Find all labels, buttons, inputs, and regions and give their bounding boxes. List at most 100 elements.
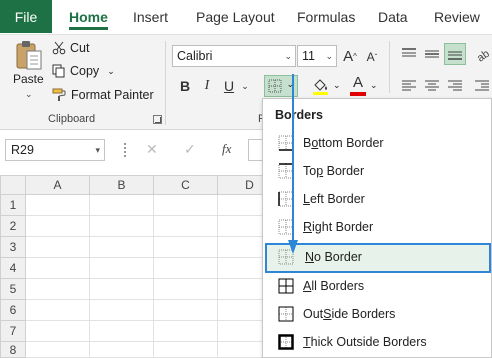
- outside-borders-icon: [278, 306, 294, 322]
- row-header-3[interactable]: 3: [0, 237, 26, 258]
- decrease-indent-icon[interactable]: [474, 79, 490, 93]
- align-left-icon[interactable]: [401, 79, 417, 93]
- column-header-b[interactable]: B: [90, 175, 154, 195]
- row-header-6[interactable]: 6: [0, 300, 26, 321]
- grid-cell[interactable]: [90, 321, 154, 342]
- copy-label: Copy: [70, 64, 100, 78]
- underline-button[interactable]: U: [220, 76, 238, 96]
- all-borders-icon: [278, 278, 294, 294]
- grid-cell[interactable]: [90, 195, 154, 216]
- bottom-align-icon: [448, 51, 462, 60]
- menu-item-label: OutSide Borders: [303, 307, 396, 321]
- cut-button[interactable]: Cut: [52, 38, 89, 58]
- font-size-dropdown-icon[interactable]: ⌄: [325, 51, 333, 62]
- top-align-icon[interactable]: [401, 47, 417, 61]
- font-size-value: 11: [302, 49, 315, 63]
- scissors-icon: [52, 41, 66, 55]
- column-header-c[interactable]: C: [154, 175, 218, 195]
- grid-cell[interactable]: [154, 279, 218, 300]
- grid-cell[interactable]: [154, 195, 218, 216]
- paste-icon[interactable]: [14, 40, 44, 72]
- align-right-icon[interactable]: [447, 79, 463, 93]
- middle-align-icon[interactable]: [424, 47, 440, 61]
- font-color-letter: A: [352, 74, 363, 91]
- clipboard-launcher-icon[interactable]: [153, 115, 162, 124]
- tab-file[interactable]: File: [0, 0, 52, 33]
- grid-cell[interactable]: [26, 342, 90, 358]
- menu-item-label: All Borders: [303, 279, 365, 293]
- formula-bar-splitter[interactable]: [124, 143, 127, 157]
- grid-cell[interactable]: [154, 237, 218, 258]
- increase-font-size-icon[interactable]: A ^: [340, 45, 360, 67]
- row-header-5[interactable]: 5: [0, 279, 26, 300]
- grid-cell[interactable]: [90, 342, 154, 358]
- cancel-icon[interactable]: ✕: [146, 141, 158, 158]
- copy-dropdown-icon[interactable]: ⌄: [107, 66, 115, 77]
- cut-label: Cut: [70, 41, 90, 55]
- menu-item-label: Top Border: [303, 164, 365, 178]
- menu-item-thick-outside-borders[interactable]: Thick Outside Borders: [265, 328, 491, 356]
- italic-button[interactable]: I: [198, 76, 216, 96]
- tab-formulas[interactable]: Formulas: [297, 0, 355, 33]
- copy-button[interactable]: Copy ⌄: [52, 61, 115, 81]
- select-all-corner[interactable]: [0, 175, 26, 195]
- grid-cell[interactable]: [154, 258, 218, 279]
- row-header-4[interactable]: 4: [0, 258, 26, 279]
- clipboard-group-label: Clipboard: [48, 113, 96, 125]
- tab-data[interactable]: Data: [378, 0, 408, 33]
- row-header-7[interactable]: 7: [0, 321, 26, 342]
- bold-button[interactable]: B: [176, 76, 194, 96]
- name-box-dropdown-icon[interactable]: ▾: [95, 145, 100, 156]
- tab-home[interactable]: Home: [69, 0, 108, 33]
- grid-cell[interactable]: [154, 216, 218, 237]
- grid-cell[interactable]: [26, 300, 90, 321]
- column-header-a[interactable]: A: [26, 175, 90, 195]
- grid-cell[interactable]: [26, 258, 90, 279]
- grid-cell[interactable]: [90, 279, 154, 300]
- row-header-1[interactable]: 1: [0, 195, 26, 216]
- grid-cell[interactable]: [90, 237, 154, 258]
- font-name-dropdown-icon[interactable]: ⌄: [284, 51, 292, 62]
- orientation-icon[interactable]: ab: [474, 45, 492, 63]
- underline-dropdown-icon[interactable]: ⌄: [240, 79, 250, 93]
- callout-arrow-icon: [288, 74, 298, 254]
- tab-insert[interactable]: Insert: [133, 0, 168, 33]
- copy-icon: [52, 64, 65, 78]
- row-header-2[interactable]: 2: [0, 216, 26, 237]
- bottom-align-button[interactable]: [444, 43, 466, 65]
- grid-cell[interactable]: [154, 300, 218, 321]
- ribbon-tab-bar: File Home Insert Page Layout Formulas Da…: [0, 0, 492, 34]
- paste-button[interactable]: Paste: [13, 72, 44, 86]
- grid-cell[interactable]: [26, 216, 90, 237]
- enter-icon[interactable]: ✓: [184, 141, 196, 158]
- insert-function-icon[interactable]: fx: [222, 141, 231, 157]
- grid-cell[interactable]: [154, 321, 218, 342]
- font-name-value: Calibri: [177, 49, 213, 63]
- format-painter-button[interactable]: Format Painter: [52, 85, 154, 105]
- tab-page-layout[interactable]: Page Layout: [196, 0, 275, 33]
- font-size-combo[interactable]: 11 ⌄: [297, 45, 337, 67]
- font-color-button[interactable]: A: [349, 74, 367, 96]
- grid-cell[interactable]: [90, 216, 154, 237]
- fill-color-icon[interactable]: [311, 77, 331, 95]
- font-name-combo[interactable]: Calibri ⌄: [172, 45, 296, 67]
- paste-dropdown-icon[interactable]: ⌄: [25, 89, 33, 100]
- menu-item-all-borders[interactable]: All Borders: [265, 272, 491, 300]
- tab-review[interactable]: Review: [434, 0, 480, 33]
- row-header-8[interactable]: 8: [0, 342, 26, 358]
- menu-item-label: Right Border: [303, 220, 374, 234]
- grid-cell[interactable]: [26, 195, 90, 216]
- grid-cell[interactable]: [26, 237, 90, 258]
- grid-cell[interactable]: [26, 321, 90, 342]
- grid-cell[interactable]: [90, 258, 154, 279]
- menu-item-outside-borders[interactable]: OutSide Borders: [265, 300, 491, 328]
- align-center-icon[interactable]: [424, 79, 440, 93]
- font-color-dropdown-icon[interactable]: ⌄: [370, 80, 378, 91]
- grid-cell[interactable]: [90, 300, 154, 321]
- grid-cell[interactable]: [26, 279, 90, 300]
- fill-color-dropdown-icon[interactable]: ⌄: [333, 80, 341, 91]
- decrease-font-size-icon[interactable]: Aˇ: [362, 47, 382, 67]
- name-box[interactable]: R29 ▾: [5, 139, 105, 161]
- grid-cell[interactable]: [154, 342, 218, 358]
- menu-item-label: No Border: [305, 250, 362, 264]
